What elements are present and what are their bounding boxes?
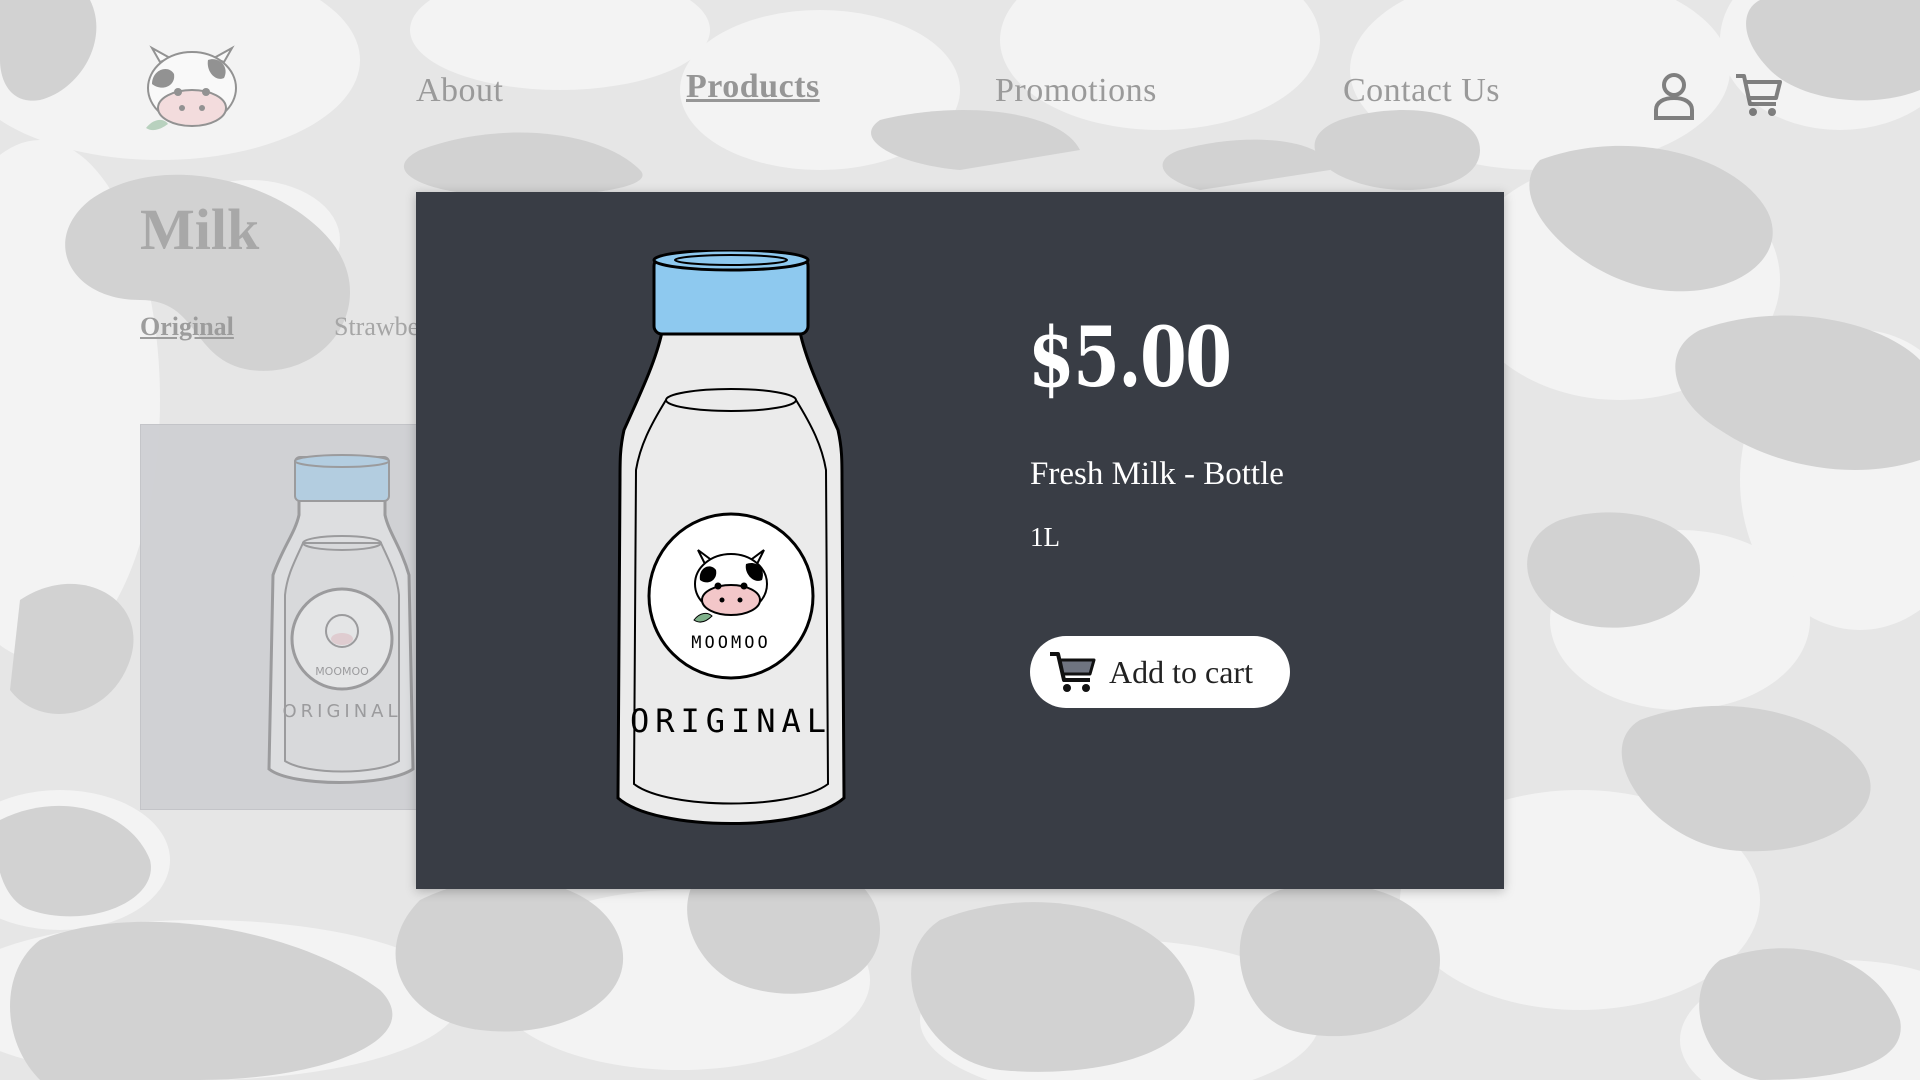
subtab-original[interactable]: Original: [140, 312, 234, 342]
product-card[interactable]: MOOMOO ORIGINAL: [140, 424, 420, 810]
bottle-brand-text: MOOMOO: [691, 633, 770, 653]
page-title: Milk: [140, 197, 260, 262]
add-to-cart-button[interactable]: Add to cart: [1030, 636, 1290, 708]
milk-bottle-thumbnail: MOOMOO ORIGINAL: [267, 454, 415, 784]
milk-bottle-image: MOOMOO ORIGINAL: [616, 250, 846, 825]
thumbnail-label-text: ORIGINAL: [282, 701, 401, 722]
thumbnail-brand-text: MOOMOO: [315, 665, 369, 678]
cart-icon: [1050, 652, 1096, 692]
product-name: Fresh Milk - Bottle: [1030, 456, 1284, 492]
add-to-cart-label: Add to cart: [1109, 654, 1253, 690]
nav-contact-us[interactable]: Contact Us: [1343, 72, 1500, 110]
product-price: $5.00: [1028, 310, 1232, 406]
nav-promotions[interactable]: Promotions: [995, 72, 1157, 110]
bottle-label-text: ORIGINAL: [630, 702, 832, 740]
cart-icon[interactable]: [1734, 72, 1784, 118]
subtab-strawberry[interactable]: Strawberry: [334, 312, 418, 342]
product-size: 1L: [1030, 522, 1060, 552]
product-detail-modal: MOOMOO ORIGINAL $5.00 Fresh Milk - Bottl…: [416, 192, 1504, 889]
nav-products[interactable]: Products: [686, 68, 820, 106]
account-icon[interactable]: [1652, 72, 1696, 120]
cow-face-logo[interactable]: [138, 44, 246, 136]
nav-about[interactable]: About: [416, 72, 504, 110]
